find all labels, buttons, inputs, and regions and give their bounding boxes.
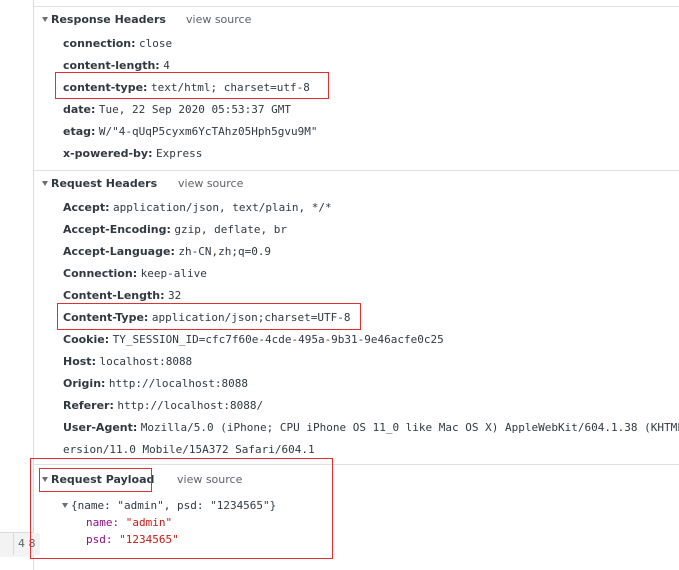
- collapse-triangle-icon: [42, 16, 48, 22]
- response-header-row: content-length: 4: [63, 57, 170, 75]
- request-header-row: Host: localhost:8088: [63, 353, 192, 371]
- header-value: 4: [163, 59, 170, 72]
- header-value: ersion/11.0 Mobile/15A372 Safari/604.1: [63, 443, 315, 456]
- header-value: W/"4-qUqP5cyxm6YcTAhz05Hph5gvu9M": [98, 125, 318, 138]
- payload-field: name: "admin": [86, 514, 172, 531]
- header-value: text/html; charset=utf-8: [150, 81, 310, 94]
- request-headers-toggle[interactable]: Request Headers: [42, 175, 157, 193]
- section-divider: [34, 170, 679, 171]
- header-value: gzip, deflate, br: [174, 223, 287, 236]
- request-headers-title: Request Headers: [51, 177, 158, 190]
- header-value: 32: [168, 289, 182, 302]
- header-value: Express: [155, 147, 203, 160]
- header-value: application/json;charset=UTF-8: [151, 311, 351, 324]
- header-value: close: [139, 37, 173, 50]
- header-name: Accept-Encoding:: [63, 223, 171, 236]
- collapse-triangle-icon: [42, 476, 48, 482]
- header-name: Connection:: [63, 267, 138, 280]
- header-name: Referer:: [63, 399, 114, 412]
- header-name: etag:: [63, 125, 96, 138]
- request-header-row: Accept-Language: zh-CN,zh;q=0.9: [63, 243, 271, 261]
- header-name: Content-Length:: [63, 289, 165, 302]
- request-header-row-continued: ersion/11.0 Mobile/15A372 Safari/604.1: [63, 441, 315, 459]
- payload-summary-text: {name: "admin", psd: "1234565"}: [71, 499, 277, 512]
- header-value: Tue, 22 Sep 2020 05:53:37 GMT: [98, 103, 291, 116]
- header-value: localhost:8088: [99, 355, 193, 368]
- header-value: http://localhost:8088/: [117, 399, 264, 412]
- header-value: TY_SESSION_ID=cfc7f60e-4cde-495a-9b31-9e…: [112, 333, 444, 346]
- section-divider: [34, 464, 679, 465]
- response-header-row: connection: close: [63, 35, 172, 53]
- response-header-row: date: Tue, 22 Sep 2020 05:53:37 GMT: [63, 101, 291, 119]
- header-value: application/json, text/plain, */*: [113, 201, 332, 214]
- request-payload-toggle[interactable]: Request Payload: [42, 471, 154, 489]
- request-header-row: Origin: http://localhost:8088: [63, 375, 248, 393]
- header-name: connection:: [63, 37, 136, 50]
- header-name: date:: [63, 103, 96, 116]
- header-name: Accept-Language:: [63, 245, 175, 258]
- request-header-row: User-Agent: Mozilla/5.0 (iPhone; CPU iPh…: [63, 419, 679, 437]
- payload-object-summary[interactable]: {name: "admin", psd: "1234565"}: [62, 497, 276, 514]
- header-value: keep-alive: [140, 267, 207, 280]
- payload-field-key: psd:: [86, 533, 113, 546]
- request-header-row: Cookie: TY_SESSION_ID=cfc7f60e-4cde-495a…: [63, 331, 444, 349]
- header-name: Origin:: [63, 377, 106, 390]
- payload-field-value: "1234565": [119, 533, 179, 546]
- request-list-panel: [0, 0, 34, 570]
- request-payload-title: Request Payload: [51, 473, 155, 486]
- response-headers-title: Response Headers: [51, 13, 166, 26]
- header-name: User-Agent:: [63, 421, 138, 434]
- header-name: content-length:: [63, 59, 160, 72]
- header-name: Content-Type:: [63, 311, 149, 324]
- payload-field: psd: "1234565": [86, 531, 179, 548]
- request-header-row: Referer: http://localhost:8088/: [63, 397, 263, 415]
- response-view-source-link[interactable]: view source: [186, 11, 251, 29]
- request-header-row: Content-Length: 32: [63, 287, 181, 305]
- header-name: Host:: [63, 355, 96, 368]
- header-name: content-type:: [63, 81, 148, 94]
- payload-view-source-link[interactable]: view source: [177, 471, 242, 489]
- header-name: Cookie:: [63, 333, 110, 346]
- header-value: zh-CN,zh;q=0.9: [178, 245, 272, 258]
- response-headers-toggle[interactable]: Response Headers: [42, 11, 166, 29]
- header-value: http://localhost:8088: [108, 377, 248, 390]
- request-view-source-link[interactable]: view source: [178, 175, 243, 193]
- response-header-row: x-powered-by: Express: [63, 145, 202, 163]
- expand-triangle-icon: [62, 502, 68, 508]
- header-value: Mozilla/5.0 (iPhone; CPU iPhone OS 11_0 …: [140, 421, 679, 434]
- headers-panel: Response Headers view source connection:…: [30, 0, 679, 570]
- header-name: Accept:: [63, 201, 110, 214]
- request-header-row: Connection: keep-alive: [63, 265, 207, 283]
- response-header-row: content-type: text/html; charset=utf-8: [63, 79, 310, 97]
- section-divider: [34, 6, 679, 7]
- request-header-row: Accept: application/json, text/plain, */…: [63, 199, 332, 217]
- header-name: x-powered-by:: [63, 147, 153, 160]
- payload-field-value: "admin": [125, 516, 173, 529]
- payload-field-key: name:: [86, 516, 120, 529]
- response-header-row: etag: W/"4-qUqP5cyxm6YcTAhz05Hph5gvu9M": [63, 123, 317, 141]
- collapse-triangle-icon: [42, 180, 48, 186]
- request-header-row: Content-Type: application/json;charset=U…: [63, 309, 351, 327]
- request-header-row: Accept-Encoding: gzip, deflate, br: [63, 221, 287, 239]
